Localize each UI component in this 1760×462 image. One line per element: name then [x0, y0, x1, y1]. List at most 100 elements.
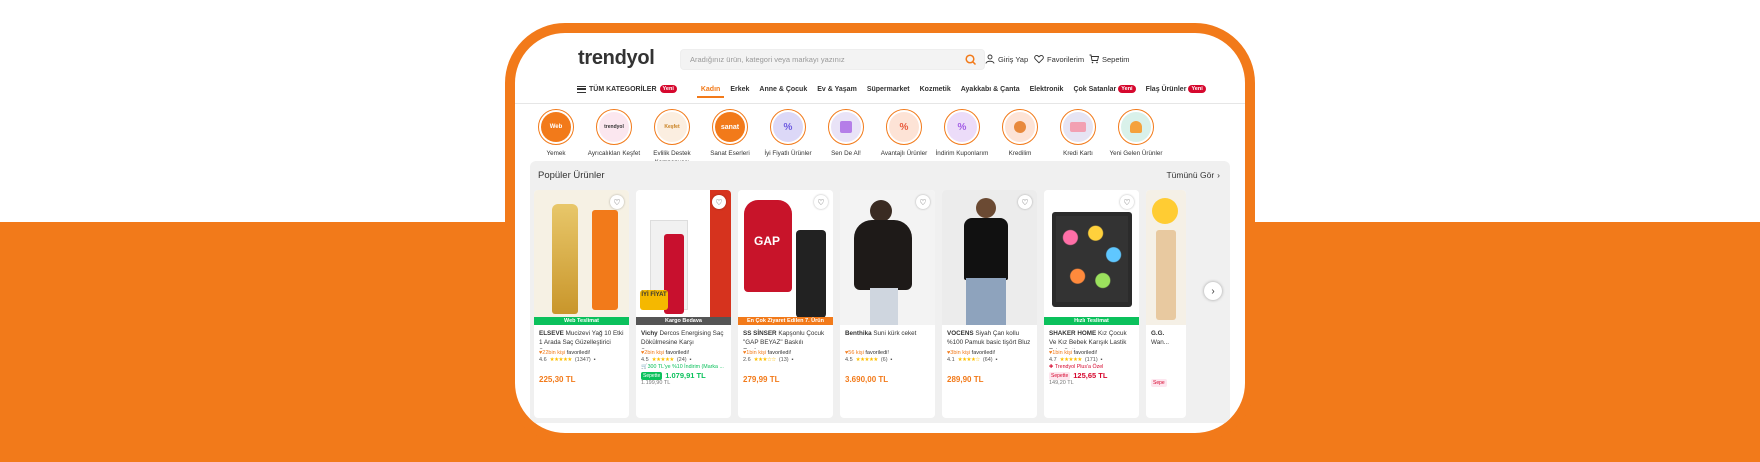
nav-item-ayakkabi-canta[interactable]: Ayakkabı & Çanta	[961, 86, 1020, 93]
story-sen-de-al[interactable]: Sen De Al!	[817, 109, 875, 167]
nav-item-elektronik[interactable]: Elektronik	[1030, 86, 1064, 93]
carousel-next-button[interactable]: ›	[1204, 282, 1222, 300]
product-brand: Benthika	[845, 330, 872, 337]
story-circle: Keşfet	[654, 109, 690, 145]
favorite-count: ♥1bin kişi favoriledi!	[738, 349, 833, 356]
product-price: 225,30 TL	[539, 375, 576, 384]
product-card[interactable]: İYİ FİYAT ♡ Kargo Bedava Vichy Dercos En…	[636, 190, 731, 418]
favorite-heart-icon[interactable]: ♡	[610, 195, 624, 209]
fav-suffix: favoriledi!	[767, 350, 792, 356]
favorite-heart-icon[interactable]: ♡	[916, 195, 930, 209]
product-title: VOCENS Siyah Çan kollu %100 Pamuk basic …	[942, 325, 1037, 349]
fav-count: 3bin kişi	[950, 350, 971, 356]
login-label: Giriş Yap	[998, 54, 1029, 64]
rating-value: 4.7	[1049, 357, 1057, 363]
favorite-heart-icon[interactable]: ♡	[1018, 195, 1032, 209]
stars-icon: ★★★★★	[1059, 357, 1083, 363]
story-yeni-gelen[interactable]: Yeni Gelen Ürünler	[1107, 109, 1165, 167]
favorite-heart-icon[interactable]: ♡	[712, 195, 726, 209]
fav-count: 1bin kişi	[1052, 350, 1073, 356]
old-price: 1.199,90 TL	[641, 380, 671, 386]
product-title: Benthika Suni kürk ceket	[840, 325, 935, 349]
fav-suffix: favoriledi!	[971, 350, 996, 356]
promo-text: 🛒300 TL'ye %10 İndirim (Marka ...	[636, 363, 731, 370]
stories-row: Web Yemek trendyol Ayrıcalıkları Keşfet …	[527, 109, 1165, 167]
popular-products-section: Popüler Ürünler Tümünü Gör › ♡ Web Tesli…	[530, 161, 1230, 423]
nav-item-erkek[interactable]: Erkek	[730, 86, 749, 93]
nav-item-kadin[interactable]: Kadın	[696, 86, 725, 98]
search-input[interactable]: Aradığınız ürün, kategori veya markayı y…	[680, 49, 985, 70]
favorite-heart-icon[interactable]: ♡	[814, 195, 828, 209]
search-icon[interactable]	[964, 53, 978, 67]
cart-price: Sepette 125,65 TL	[1044, 370, 1139, 380]
product-image: ♡ Web Teslimat	[534, 190, 629, 325]
cart-price: Sepe	[1146, 349, 1186, 387]
chevron-right-icon: ›	[1217, 170, 1220, 180]
rating: 2.6 ★★★☆☆ (13) ▪	[738, 356, 833, 363]
favorites-link[interactable]: Favorilerim	[1034, 54, 1084, 64]
product-card[interactable]: G.G. Wan... Sepe	[1146, 190, 1186, 418]
story-yemek[interactable]: Web Yemek	[527, 109, 585, 167]
product-image: ♡	[942, 190, 1037, 325]
story-avantajli-urunler[interactable]: % Avantajlı Ürünler	[875, 109, 933, 167]
product-brand: Vichy	[641, 330, 658, 337]
cart-link[interactable]: Sepetim	[1089, 54, 1130, 64]
nav-item-flas-urunler[interactable]: Flaş Ürünler Yeni	[1146, 85, 1206, 93]
nav-divider	[515, 103, 1245, 104]
credit-card-icon	[1063, 112, 1093, 142]
login-link[interactable]: Giriş Yap	[985, 54, 1028, 64]
fav-suffix: favoriledi!	[865, 350, 889, 356]
nav-item-kozmetik[interactable]: Kozmetik	[920, 86, 951, 93]
product-title: SHAKER HOME Kız Çocuk Ve Kız Bebek Karış…	[1044, 325, 1139, 349]
promo-label: Trendyol Plus'a Özel	[1054, 364, 1104, 370]
trendyol-logo[interactable]: trendyol	[578, 47, 655, 70]
story-label: Yeni Gelen Ürünler	[1109, 150, 1163, 157]
cart-icon	[1089, 54, 1099, 64]
story-label: İyi Fiyatlı Ürünler	[764, 150, 812, 157]
rating-count: (1347)	[574, 357, 591, 363]
nav-item-supermarket[interactable]: Süpermarket	[867, 86, 910, 93]
cart-price-value: 1.079,91 TL	[665, 371, 706, 380]
cart-label: Sepetim	[1102, 54, 1130, 64]
delivery-strip: Web Teslimat	[534, 317, 629, 325]
story-indirim-kuponlarim[interactable]: % İndirim Kuponlarım	[933, 109, 991, 167]
story-kredi-karti[interactable]: Kredi Kartı	[1049, 109, 1107, 167]
product-card[interactable]: ♡ VOCENS Siyah Çan kollu %100 Pamuk basi…	[942, 190, 1037, 418]
story-evlilik-destek[interactable]: Keşfet Evlilik Destek Kampanyası	[643, 109, 701, 167]
rings-icon: Keşfet	[657, 112, 687, 142]
favorite-count: ♥3bin kişi favoriledi!	[942, 349, 1037, 356]
product-card[interactable]: ♡ Benthika Suni kürk ceket ♥56 kişi favo…	[840, 190, 935, 418]
all-categories-label: TÜM KATEGORİLER	[589, 85, 657, 93]
product-price: 279,99 TL	[743, 375, 780, 384]
story-label: Kredilim	[1008, 150, 1032, 157]
gap-print: GAP	[754, 234, 781, 248]
stars-icon: ★★★★★	[651, 357, 675, 363]
sanat-icon: sanat	[715, 112, 745, 142]
story-sanat-eserleri[interactable]: sanat Sanat Eserleri	[701, 109, 759, 167]
story-kredilim[interactable]: Kredilim	[991, 109, 1049, 167]
nav-item-anne-cocuk[interactable]: Anne & Çocuk	[759, 86, 807, 93]
cart-price-tag: Sepette	[1049, 371, 1071, 380]
rating-count: (64)	[982, 357, 993, 363]
stars-icon: ★★★★★	[855, 357, 879, 363]
story-iyi-fiyatli[interactable]: % İyi Fiyatlı Ürünler	[759, 109, 817, 167]
story-label: Ayrıcalıkları Keşfet	[587, 150, 641, 157]
stars-icon: ★★★☆☆	[753, 357, 777, 363]
fav-count: 56 kişi	[848, 350, 864, 356]
favorite-heart-icon[interactable]: ♡	[1120, 195, 1134, 209]
all-categories-menu[interactable]: TÜM KATEGORİLER Yeni	[577, 85, 677, 93]
nav-item-ev-yasam[interactable]: Ev & Yaşam	[817, 86, 857, 93]
product-title: ELSEVE Mucizevi Yağ 10 Etki 1 Arada Saç …	[534, 325, 629, 349]
story-ayricaliklari-kesfet[interactable]: trendyol Ayrıcalıkları Keşfet	[585, 109, 643, 167]
nav-item-cok-satanlar[interactable]: Çok Satanlar Yeni	[1073, 85, 1136, 93]
product-card[interactable]: GAP ♡ En Çok Ziyaret Edilen 7. Ürün SS S…	[738, 190, 833, 418]
product-price: 289,90 TL	[947, 375, 984, 384]
story-circle	[1060, 109, 1096, 145]
product-brand: SS SİNSER	[743, 330, 777, 337]
new-badge: Yeni	[659, 85, 677, 93]
story-label: Avantajlı Ürünler	[880, 150, 928, 157]
product-card[interactable]: ♡ Web Teslimat ELSEVE Mucizevi Yağ 10 Et…	[534, 190, 629, 418]
see-all-link[interactable]: Tümünü Gör ›	[1166, 170, 1220, 180]
story-label: Kredi Kartı	[1063, 150, 1093, 157]
product-card[interactable]: ♡ Hızlı Teslimat SHAKER HOME Kız Çocuk V…	[1044, 190, 1139, 418]
